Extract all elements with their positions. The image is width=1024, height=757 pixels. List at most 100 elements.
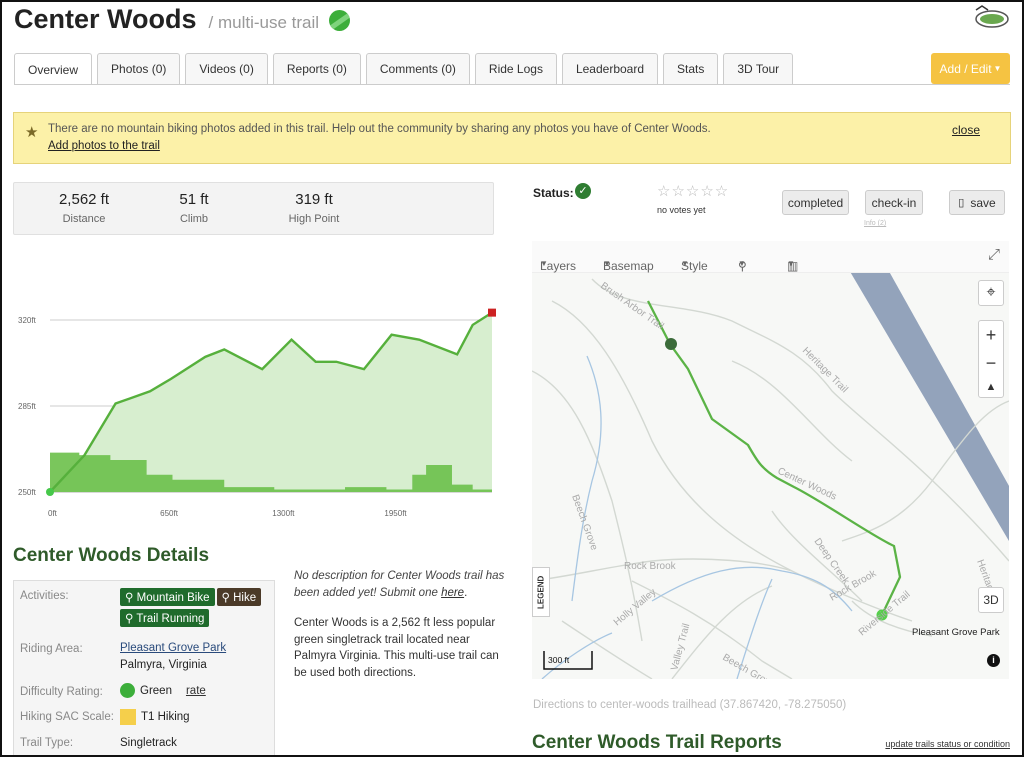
- compass-icon[interactable]: ▲: [986, 381, 997, 393]
- activity-mountain-bike[interactable]: ⚲ Mountain Bike: [120, 588, 215, 606]
- tab-comments[interactable]: Comments (0): [365, 53, 470, 84]
- trail-reports-title: Center Woods Trail Reports: [532, 732, 782, 753]
- votes-text: no votes yet: [657, 205, 706, 215]
- stat-climb-value: 51 ft: [179, 191, 209, 208]
- bike-icon: ⚲: [125, 592, 137, 604]
- x-tick-label: 650ft: [160, 509, 179, 518]
- map-label-deep-creek: Deep Creek: [812, 536, 852, 587]
- stat-climb: 51 ft Climb: [144, 191, 244, 225]
- trail-stats: 2,562 ft Distance 51 ft Climb 319 ft Hig…: [13, 182, 494, 235]
- tab-bar: Overview Photos (0) Videos (0) Reports (…: [14, 53, 794, 85]
- map-label-valley-trail: Valley Trail: [669, 622, 692, 671]
- tab-reports[interactable]: Reports (0): [272, 53, 361, 84]
- difficulty-green-icon: [329, 10, 351, 31]
- status-label: Status:: [533, 186, 574, 200]
- x-tick-label: 1300ft: [272, 509, 295, 518]
- caret-down-icon: ▼: [738, 259, 746, 268]
- activities-label: Activities:: [20, 590, 69, 602]
- save-label: save: [970, 195, 996, 210]
- status-check-icon: ✓: [575, 183, 591, 199]
- tab-divider: [14, 84, 1010, 85]
- map-label-holly-valley: Holly Valley: [612, 587, 659, 629]
- tab-stats[interactable]: Stats: [663, 53, 719, 84]
- rating-stars[interactable]: ☆☆☆☆☆: [657, 182, 729, 200]
- x-tick-label: 0ft: [48, 509, 58, 518]
- page-title: Center Woods: [14, 4, 197, 34]
- add-edit-button[interactable]: Add / Edit ▼: [931, 53, 1010, 84]
- tab-overview[interactable]: Overview: [14, 53, 93, 85]
- no-description-text: No description for Center Woods trail ha…: [294, 570, 505, 599]
- activity-hike-label: Hike: [233, 592, 257, 604]
- checkin-info-link[interactable]: Info (2): [864, 220, 886, 227]
- elevation-chart[interactable]: 320ft 285ft 250ft 0ft 650ft 1300ft 1950ft: [14, 292, 504, 522]
- map-legend-toggle[interactable]: LEGEND: [532, 567, 550, 617]
- description-summary: Center Woods is a 2,562 ft less popular …: [294, 617, 499, 679]
- page-header: Center Woods / multi-use trail: [14, 4, 351, 35]
- phone-icon: ▯: [958, 197, 965, 209]
- route-start-marker[interactable]: [665, 338, 677, 350]
- banner-message: There are no mountain biking photos adde…: [48, 123, 711, 135]
- activity-trail-running-label: Trail Running: [136, 613, 205, 625]
- y-tick-label: 285ft: [18, 402, 37, 411]
- map-3d-button[interactable]: 3D: [978, 587, 1004, 613]
- submit-description-link[interactable]: here: [441, 587, 464, 599]
- directions-link[interactable]: Directions to center-woods trailhead (37…: [533, 699, 846, 711]
- info-icon[interactable]: i: [987, 654, 1000, 667]
- activities-badges: ⚲ Mountain Bike ⚲ Hike ⚲ Trail Running: [120, 588, 270, 630]
- difficulty-text: Green: [140, 684, 172, 697]
- sac-text: T1 Hiking: [141, 711, 190, 723]
- green-circle-icon: [120, 683, 135, 698]
- details-panel: Activities: ⚲ Mountain Bike ⚲ Hike ⚲ Trai…: [13, 580, 275, 755]
- stat-high-point: 319 ft High Point: [264, 191, 364, 225]
- add-edit-label: Add / Edit: [939, 61, 992, 76]
- locate-pin-icon[interactable]: ⌖: [978, 280, 1004, 306]
- x-tick-label: 1950ft: [384, 509, 407, 518]
- riding-area-label: Riding Area:: [20, 643, 83, 655]
- tab-leaderboard[interactable]: Leaderboard: [561, 53, 659, 84]
- details-title: Center Woods Details: [13, 545, 210, 566]
- zoom-controls: + − ▲: [978, 320, 1004, 398]
- yellow-square-icon: [120, 709, 136, 725]
- save-button[interactable]: ▯ save: [949, 190, 1005, 215]
- page-frame: Center Woods / multi-use trail Overview …: [0, 0, 1024, 757]
- sac-label: Hiking SAC Scale:: [20, 711, 114, 723]
- completed-button[interactable]: completed: [782, 190, 849, 215]
- route-line[interactable]: [646, 300, 902, 616]
- difficulty-label: Difficulty Rating:: [20, 686, 103, 698]
- trail-type-value: Singletrack: [120, 737, 177, 749]
- map-label-heritage-trail: Heritage Trail: [800, 345, 850, 395]
- riding-area-link[interactable]: Pleasant Grove Park: [120, 642, 226, 654]
- trail-map[interactable]: Brush Arbor Trail Heritage Trail Center …: [532, 241, 1009, 679]
- tab-photos[interactable]: Photos (0): [97, 53, 181, 84]
- map-place-label: Pleasant Grove Park: [912, 627, 1000, 638]
- map-label-beech-grove: Beech Grove: [569, 493, 599, 552]
- fullscreen-icon[interactable]: ⤢: [988, 246, 1000, 263]
- caret-down-icon: ▼: [681, 259, 689, 268]
- zoom-in-icon[interactable]: +: [986, 325, 997, 346]
- map-label-rock-brook: Rock Brook: [624, 561, 677, 572]
- trail-type-label: Trail Type:: [20, 737, 74, 749]
- stat-distance: 2,562 ft Distance: [34, 191, 134, 225]
- difficulty-value: Green rate: [120, 683, 206, 698]
- caret-down-icon: ▼: [993, 64, 1002, 73]
- no-photos-banner: ★ There are no mountain biking photos ad…: [13, 112, 1011, 164]
- caret-down-icon: ▼: [787, 259, 795, 268]
- map-toolbar: Layers ▼ Basemap ▼ Style ▼ ⚲ ▼ ▥ ▼ ⤢: [532, 241, 1009, 273]
- tab-videos[interactable]: Videos (0): [185, 53, 268, 84]
- add-photos-link[interactable]: Add photos to the trail: [48, 140, 160, 152]
- activity-hike[interactable]: ⚲ Hike: [216, 588, 262, 606]
- tab-3d-tour[interactable]: 3D Tour: [723, 53, 794, 84]
- map-label-center-woods: Center Woods: [776, 466, 838, 503]
- checkin-button[interactable]: check-in: [865, 190, 923, 215]
- banner-close-link[interactable]: close: [952, 123, 980, 137]
- tab-ride-logs[interactable]: Ride Logs: [474, 53, 557, 84]
- chart-end-marker: [488, 308, 496, 317]
- activity-trail-running[interactable]: ⚲ Trail Running: [120, 609, 210, 627]
- y-tick-label: 320ft: [18, 316, 37, 325]
- stat-high-label: High Point: [288, 213, 340, 225]
- zoom-out-icon[interactable]: −: [986, 353, 997, 374]
- stat-climb-label: Climb: [179, 213, 209, 225]
- update-status-link[interactable]: update trails status or condition: [885, 739, 1010, 749]
- rate-link[interactable]: rate: [186, 685, 206, 697]
- map-label-riverside: Riverside Trail: [857, 589, 913, 638]
